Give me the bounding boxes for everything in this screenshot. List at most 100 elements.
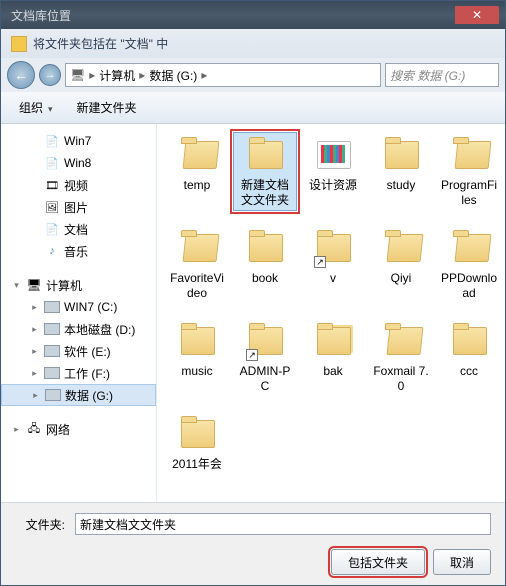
drive-icon bbox=[44, 321, 60, 337]
folder-item[interactable]: 新建文档文文件夹 bbox=[233, 132, 297, 211]
chevron-right-icon: ▸ bbox=[139, 68, 145, 82]
tree-drive-item[interactable]: 数据 (G:) bbox=[1, 384, 156, 406]
folder-label: 设计资源 bbox=[309, 178, 357, 193]
back-button[interactable]: ← bbox=[7, 61, 35, 89]
tree-drive-item[interactable]: 工作 (F:) bbox=[1, 362, 156, 384]
folder-icon bbox=[310, 228, 356, 268]
folder-item[interactable]: book bbox=[233, 225, 297, 304]
folder-label: ADMIN-PC bbox=[236, 364, 294, 394]
folder-item[interactable]: ADMIN-PC bbox=[233, 318, 297, 397]
net-icon bbox=[26, 421, 42, 437]
search-placeholder: 搜索 数据 (G:) bbox=[390, 67, 465, 84]
tree-label: 视频 bbox=[64, 177, 88, 194]
toggle-icon bbox=[29, 202, 40, 213]
chevron-down-icon bbox=[46, 101, 53, 115]
toolbar: 组织 新建文件夹 bbox=[1, 92, 505, 124]
folder-label: temp bbox=[184, 178, 211, 193]
lib-icon bbox=[44, 221, 60, 237]
comp-icon bbox=[26, 277, 42, 293]
tree-lib-item[interactable]: 视频 bbox=[1, 174, 156, 196]
folder-icon bbox=[446, 135, 492, 175]
folder-icon bbox=[174, 135, 220, 175]
folder-content[interactable]: temp 新建文档文文件夹设计资源 studyProgramFiles Favorit… bbox=[157, 124, 505, 502]
folder-item[interactable]: ccc bbox=[437, 318, 501, 397]
toggle-icon bbox=[11, 280, 22, 291]
folder-icon bbox=[446, 321, 492, 361]
folder-label: ProgramFiles bbox=[440, 178, 498, 208]
breadcrumb-item[interactable]: 数据 (G:) bbox=[149, 67, 197, 84]
folder-label: book bbox=[252, 271, 278, 286]
toggle-icon bbox=[29, 180, 40, 191]
organize-menu[interactable]: 组织 bbox=[11, 95, 61, 120]
breadcrumb-item[interactable]: 计算机 bbox=[99, 67, 135, 84]
folder-icon bbox=[174, 414, 220, 454]
tree-label: 图片 bbox=[64, 199, 88, 216]
folder-item[interactable]: music bbox=[165, 318, 229, 397]
tree-network[interactable]: 网络 bbox=[1, 418, 156, 440]
folder-item[interactable]: study bbox=[369, 132, 433, 211]
toggle-icon bbox=[29, 224, 40, 235]
tree-label: 网络 bbox=[46, 421, 70, 438]
lib-icon bbox=[44, 155, 60, 171]
tree-lib-item[interactable]: Win8 bbox=[1, 152, 156, 174]
folder-label: 新建文档文文件夹 bbox=[236, 178, 294, 208]
cancel-button[interactable]: 取消 bbox=[433, 549, 491, 575]
folder-item[interactable]: v bbox=[301, 225, 365, 304]
folder-label: FavoriteVideo bbox=[168, 271, 226, 301]
folder-item[interactable]: ProgramFiles bbox=[437, 132, 501, 211]
toggle-icon bbox=[30, 390, 41, 401]
tree-label: Win8 bbox=[64, 156, 91, 170]
toggle-icon bbox=[29, 136, 40, 147]
folder-item[interactable]: Foxmail 7.0 bbox=[369, 318, 433, 397]
drive-icon bbox=[44, 365, 60, 381]
tree-label: 软件 (E:) bbox=[64, 343, 111, 360]
folder-item[interactable]: PPDownload bbox=[437, 225, 501, 304]
folder-item[interactable]: bak bbox=[301, 318, 365, 397]
subtitle-text: 将文件夹包括在 "文档" 中 bbox=[33, 35, 168, 52]
folder-icon bbox=[310, 321, 356, 361]
shortcut-arrow-icon bbox=[314, 256, 326, 268]
tree-label: 数据 (G:) bbox=[65, 387, 113, 404]
drive-icon bbox=[44, 343, 60, 359]
folder-label: PPDownload bbox=[440, 271, 498, 301]
tree-label: 文档 bbox=[64, 221, 88, 238]
folder-label: bak bbox=[323, 364, 342, 379]
tree-drive-item[interactable]: 软件 (E:) bbox=[1, 340, 156, 362]
folder-icon bbox=[378, 228, 424, 268]
search-input[interactable]: 搜索 数据 (G:) bbox=[385, 63, 499, 87]
tree-lib-item[interactable]: 图片 bbox=[1, 196, 156, 218]
tree-lib-item[interactable]: 文档 bbox=[1, 218, 156, 240]
tree-drive-item[interactable]: WIN7 (C:) bbox=[1, 296, 156, 318]
folder-item[interactable]: Qiyi bbox=[369, 225, 433, 304]
toggle-icon bbox=[29, 368, 40, 379]
tree-lib-item[interactable]: 音乐 bbox=[1, 240, 156, 262]
chevron-right-icon: ▸ bbox=[89, 68, 95, 82]
tree-drive-item[interactable]: 本地磁盘 (D:) bbox=[1, 318, 156, 340]
forward-button[interactable]: → bbox=[39, 64, 61, 86]
folder-label: music bbox=[181, 364, 212, 379]
tree-label: 工作 (F:) bbox=[64, 365, 110, 382]
folder-name-input[interactable] bbox=[75, 513, 491, 535]
toggle-icon bbox=[11, 424, 22, 435]
toggle-icon bbox=[29, 324, 40, 335]
tree-lib-item[interactable]: Win7 bbox=[1, 130, 156, 152]
folder-icon bbox=[242, 135, 288, 175]
folder-item[interactable]: temp bbox=[165, 132, 229, 211]
chevron-right-icon: ▸ bbox=[201, 68, 207, 82]
folder-field-label: 文件夹: bbox=[15, 516, 65, 533]
folder-icon bbox=[378, 321, 424, 361]
folder-item[interactable]: FavoriteVideo bbox=[165, 225, 229, 304]
close-button[interactable] bbox=[455, 6, 499, 24]
folder-item[interactable]: 设计资源 bbox=[301, 132, 365, 211]
include-folder-button[interactable]: 包括文件夹 bbox=[331, 549, 425, 575]
folder-item[interactable]: 2011年会 bbox=[165, 411, 229, 475]
folder-icon bbox=[11, 36, 27, 52]
breadcrumb[interactable]: 🖥 ▸ 计算机 ▸ 数据 (G:) ▸ bbox=[65, 63, 381, 87]
tree-computer[interactable]: 计算机 bbox=[1, 274, 156, 296]
pic-icon bbox=[44, 199, 60, 215]
shortcut-arrow-icon bbox=[246, 349, 258, 361]
new-folder-button[interactable]: 新建文件夹 bbox=[69, 95, 145, 120]
window-title: 文档库位置 bbox=[7, 7, 453, 24]
drive-icon bbox=[44, 299, 60, 315]
tree-label: WIN7 (C:) bbox=[64, 300, 117, 314]
